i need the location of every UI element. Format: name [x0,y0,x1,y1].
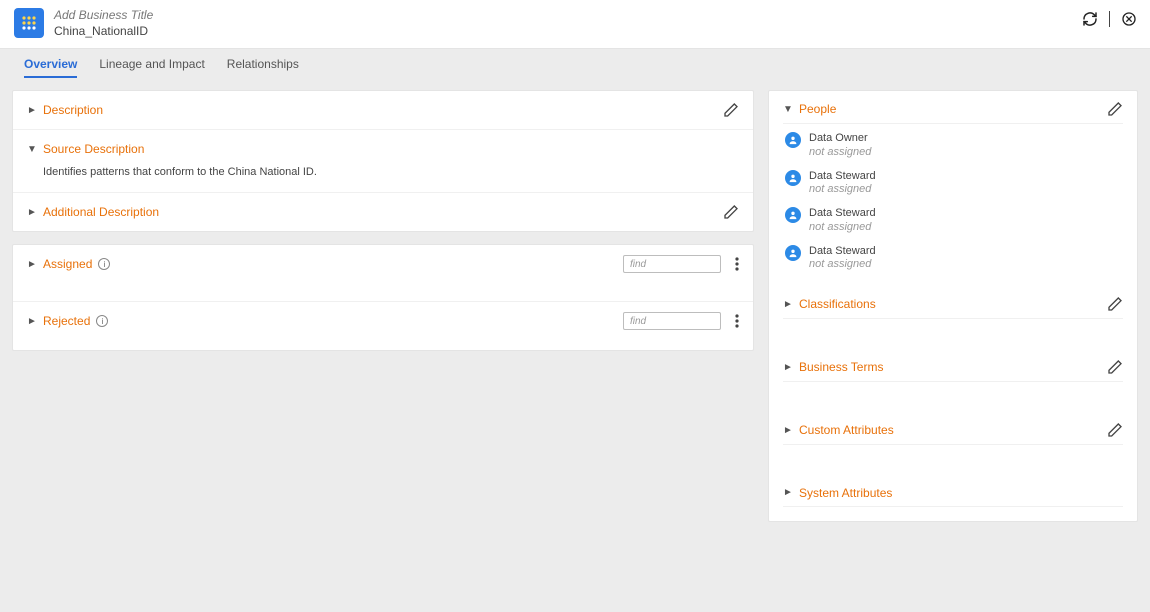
person-role: Data Steward [809,170,876,184]
person-role: Data Steward [809,245,876,259]
section-title: Additional Description [43,205,159,219]
object-name: China_NationalID [54,24,153,38]
section-people: ▼ People Data Owner [769,91,1137,286]
edit-classifications-button[interactable] [1107,296,1123,312]
person-icon [785,132,801,148]
toggle-people[interactable]: ▼ [783,104,793,115]
info-icon[interactable]: i [96,315,108,327]
tab-overview[interactable]: Overview [24,50,77,78]
section-classifications: ► Classifications [769,286,1137,349]
edit-additional-description-button[interactable] [723,204,739,220]
toggle-additional-description[interactable]: ► [27,207,37,218]
assigned-menu-button[interactable] [735,257,739,271]
edit-custom-attributes-button[interactable] [1107,422,1123,438]
toggle-custom-attributes[interactable]: ► [783,425,793,436]
person-row: Data Steward not assigned [785,170,1123,198]
edit-business-terms-button[interactable] [1107,359,1123,375]
person-icon [785,170,801,186]
find-assigned-input[interactable] [623,255,721,273]
info-icon[interactable]: i [98,258,110,270]
section-source-description: ▼ Source Description Identifies patterns… [13,130,753,193]
person-status: not assigned [809,258,876,272]
section-business-terms: ► Business Terms [769,349,1137,412]
person-icon [785,245,801,261]
object-type-icon [14,8,44,38]
toggle-assigned[interactable]: ► [27,259,37,270]
person-status: not assigned [809,183,876,197]
edit-people-button[interactable] [1107,101,1123,117]
section-description: ► Description [13,91,753,130]
person-role: Data Steward [809,207,876,221]
toggle-source-description[interactable]: ▼ [27,144,37,155]
header-separator [1109,11,1110,27]
edit-description-button[interactable] [723,102,739,118]
person-icon [785,207,801,223]
rejected-menu-button[interactable] [735,314,739,328]
section-title: People [799,102,836,116]
section-additional-description: ► Additional Description [13,193,753,231]
section-assigned: ► Assigned i [13,245,753,302]
section-rejected: ► Rejected i [13,302,753,350]
section-title: Source Description [43,142,144,156]
descriptions-panel: ► Description ▼ Source Description I [12,90,754,232]
tab-relationships[interactable]: Relationships [227,50,299,78]
person-role: Data Owner [809,132,871,146]
add-business-title[interactable]: Add Business Title [54,8,153,22]
refresh-button[interactable] [1081,10,1099,28]
section-system-attributes: ► System Attributes [769,475,1137,521]
section-custom-attributes: ► Custom Attributes [769,412,1137,475]
header: Add Business Title China_NationalID [0,0,1150,48]
section-title: Assigned [43,257,92,271]
person-row: Data Owner not assigned [785,132,1123,160]
section-title: Description [43,103,103,117]
toggle-business-terms[interactable]: ► [783,362,793,373]
toggle-system-attributes[interactable]: ► [783,487,793,498]
toggle-description[interactable]: ► [27,105,37,116]
tab-bar: Overview Lineage and Impact Relationship… [0,48,1150,78]
person-status: not assigned [809,221,876,235]
section-title: Rejected [43,314,90,328]
source-description-text: Identifies patterns that conform to the … [27,160,739,184]
toggle-rejected[interactable]: ► [27,316,37,327]
section-title: System Attributes [799,486,892,500]
section-title: Custom Attributes [799,423,894,437]
section-title: Classifications [799,297,876,311]
toggle-classifications[interactable]: ► [783,299,793,310]
close-button[interactable] [1120,10,1138,28]
person-row: Data Steward not assigned [785,245,1123,273]
person-row: Data Steward not assigned [785,207,1123,235]
tab-lineage[interactable]: Lineage and Impact [99,50,204,78]
metadata-panel: ▼ People Data Owner [768,90,1138,522]
section-title: Business Terms [799,360,883,374]
person-status: not assigned [809,146,871,160]
assignment-panel: ► Assigned i ► Rejected i [12,244,754,351]
find-rejected-input[interactable] [623,312,721,330]
